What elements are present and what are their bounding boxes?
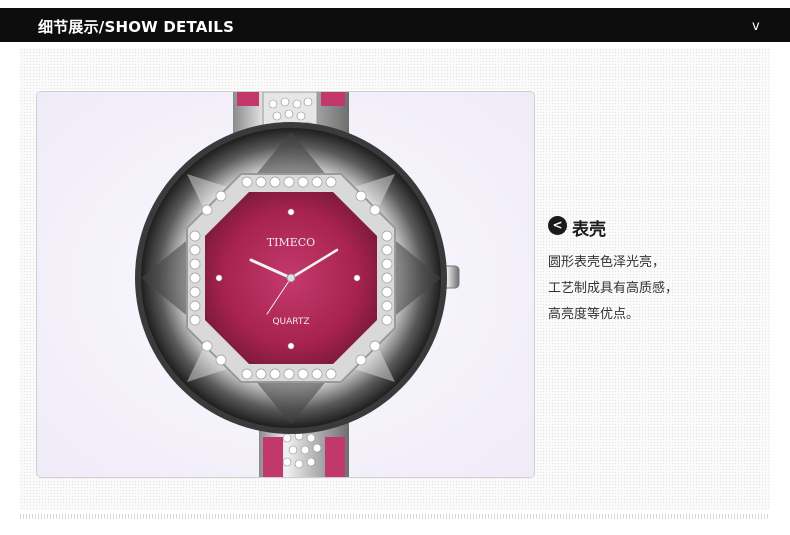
page-title: 细节展示/SHOW DETAILS bbox=[38, 18, 235, 36]
header-bar: 细节展示/SHOW DETAILS v bbox=[0, 8, 790, 42]
dial-text: QUARTZ bbox=[272, 317, 309, 327]
feature-line: 圆形表壳色泽光亮， bbox=[548, 255, 666, 270]
watch-brand: TIMECO bbox=[267, 236, 315, 249]
feature-line: 工艺制成具有高质感， bbox=[548, 281, 679, 296]
watch-photo: TIMECO QUARTZ bbox=[36, 91, 535, 478]
bottom-divider bbox=[20, 514, 770, 519]
feature-line: 高亮度等优点。 bbox=[548, 307, 640, 322]
feature-title: 表壳 bbox=[572, 220, 606, 240]
chevron-left-icon[interactable]: < bbox=[548, 216, 567, 235]
chevron-down-icon[interactable]: v bbox=[752, 19, 760, 34]
